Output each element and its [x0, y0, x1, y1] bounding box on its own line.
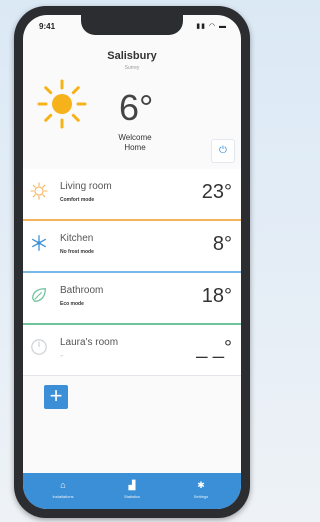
gear-icon: ✱	[197, 480, 205, 490]
room-list: Living room Comfort mode 23° Kitchen No …	[23, 169, 241, 376]
app-screen: 9:41 ▮▮ ◠ ▬ Salisbury Surrey 6° Welcome …	[23, 15, 241, 509]
room-row-living-room[interactable]: Living room Comfort mode 23°	[23, 169, 241, 221]
room-row-lauras-room[interactable]: Laura's room -- _ _°	[23, 325, 241, 376]
home-mode-line1: Welcome	[118, 133, 152, 142]
room-row-kitchen[interactable]: Kitchen No frost mode 8°	[23, 221, 241, 273]
room-temperature: 18°	[201, 285, 232, 307]
sun-icon	[37, 79, 87, 129]
room-name: Living room	[60, 181, 112, 192]
outdoor-temperature: 6°	[119, 87, 154, 128]
region-name: Surrey	[124, 65, 140, 71]
phone-frame: 9:41 ▮▮ ◠ ▬ Salisbury Surrey 6° Welcome …	[14, 6, 250, 518]
room-temperature: _ _°	[196, 337, 232, 359]
room-temperature: 8°	[212, 233, 232, 255]
tab-bar: ⌂ Installations ▟ Statistics ✱ Settings	[23, 473, 241, 509]
status-icons: ▮▮ ◠ ▬	[196, 23, 227, 30]
tab-label: Settings	[193, 494, 209, 499]
power-button[interactable]: ⏻	[211, 139, 235, 163]
tab-statistics[interactable]: ▟ Statistics	[102, 479, 162, 499]
sun-icon	[30, 182, 48, 200]
stats-icon: ▟	[128, 480, 136, 490]
home-mode-line2: Home	[124, 143, 146, 152]
home-mode-label: Welcome Home	[105, 133, 165, 153]
status-time: 9:41	[39, 22, 56, 31]
tab-installations[interactable]: ⌂ Installations	[33, 479, 93, 499]
room-mode: No frost mode	[60, 249, 94, 255]
room-row-bathroom[interactable]: Bathroom Eco mode 18°	[23, 273, 241, 325]
home-icon: ⌂	[60, 480, 66, 490]
power-icon	[31, 339, 47, 355]
room-temperature: 23°	[201, 181, 232, 203]
phone-notch	[81, 15, 183, 35]
room-mode: Eco mode	[60, 301, 84, 307]
power-icon: ⏻	[219, 145, 227, 156]
leaf-icon	[32, 288, 46, 302]
room-name: Kitchen	[60, 233, 94, 244]
room-name: Laura's room	[60, 337, 119, 348]
tab-settings[interactable]: ✱ Settings	[171, 479, 231, 499]
snowflake-icon	[32, 235, 46, 251]
room-mode: Comfort mode	[60, 197, 95, 203]
add-room-button[interactable]: +	[44, 385, 68, 409]
city-name: Salisbury	[107, 50, 157, 62]
tab-label: Statistics	[123, 494, 140, 499]
room-mode: --	[60, 353, 64, 359]
tab-label: Installations	[52, 494, 74, 499]
room-name: Bathroom	[60, 285, 104, 296]
